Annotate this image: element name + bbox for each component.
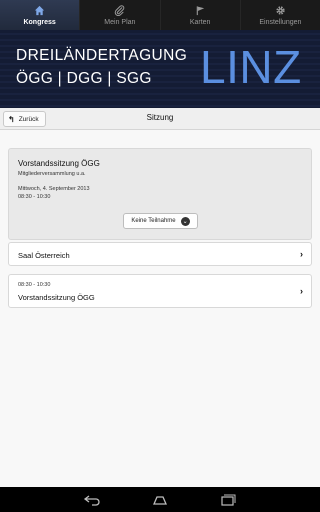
tab-kongress[interactable]: Kongress xyxy=(0,0,81,30)
banner-city: LINZ xyxy=(200,41,302,93)
chevron-right-icon: › xyxy=(300,249,303,259)
session-subtitle: Mitgliederversammlung u.a. xyxy=(18,171,86,177)
nav-recents-button[interactable] xyxy=(218,493,238,507)
banner-title: DREILÄNDERTAGUNG xyxy=(16,47,188,64)
page-title: Sitzung xyxy=(146,113,174,122)
main-content: Vorstandssitzung ÖGG Mitgliederversammlu… xyxy=(0,130,320,487)
back-icon xyxy=(83,494,100,506)
gear-icon xyxy=(274,5,286,17)
session-details-card: Vorstandssitzung ÖGG Mitgliederversammlu… xyxy=(8,148,312,240)
attendance-select[interactable]: Keine Teilnahme ⌄ xyxy=(123,213,198,229)
tab-label: Kongress xyxy=(23,18,56,26)
chevron-right-icon: › xyxy=(300,286,303,296)
tab-einstellungen[interactable]: Einstellungen xyxy=(241,0,320,30)
nav-back-button[interactable] xyxy=(82,493,102,507)
recents-icon xyxy=(221,494,236,506)
system-nav-bar xyxy=(0,487,320,512)
app-screen: Kongress Mein Plan Karten Einstellungen xyxy=(0,0,320,512)
congress-banner: DREILÄNDERTAGUNG ÖGG | DGG | SGG LINZ xyxy=(0,30,320,108)
agenda-item-time: 08:30 - 10:30 xyxy=(18,282,51,288)
agenda-item-label: Vorstandssitzung ÖGG xyxy=(18,293,95,302)
tab-mein-plan[interactable]: Mein Plan xyxy=(80,0,161,30)
paperclip-icon xyxy=(114,5,126,17)
flag-icon xyxy=(194,5,206,17)
top-tab-bar: Kongress Mein Plan Karten Einstellungen xyxy=(0,0,320,30)
agenda-list-item[interactable]: 08:30 - 10:30 Vorstandssitzung ÖGG › xyxy=(8,274,312,308)
room-label: Saal Österreich xyxy=(18,251,70,260)
session-name: Vorstandssitzung ÖGG xyxy=(18,159,100,168)
page-header: ↰ Zurück Sitzung xyxy=(0,108,320,130)
tab-label: Einstellungen xyxy=(259,18,302,26)
tab-label: Karten xyxy=(189,18,211,26)
session-date: Mittwoch, 4. September 2013 xyxy=(18,186,90,192)
home-icon xyxy=(34,5,46,17)
home-outline-icon xyxy=(153,495,167,505)
session-time: 08:30 - 10:30 xyxy=(18,194,51,200)
chevron-down-icon: ⌄ xyxy=(180,216,190,226)
tab-karten[interactable]: Karten xyxy=(161,0,241,30)
room-list-item[interactable]: Saal Österreich › xyxy=(8,242,312,266)
banner-societies: ÖGG | DGG | SGG xyxy=(16,70,152,87)
attendance-select-label: Keine Teilnahme xyxy=(131,218,176,224)
nav-home-button[interactable] xyxy=(150,493,170,507)
tab-label: Mein Plan xyxy=(104,18,136,26)
